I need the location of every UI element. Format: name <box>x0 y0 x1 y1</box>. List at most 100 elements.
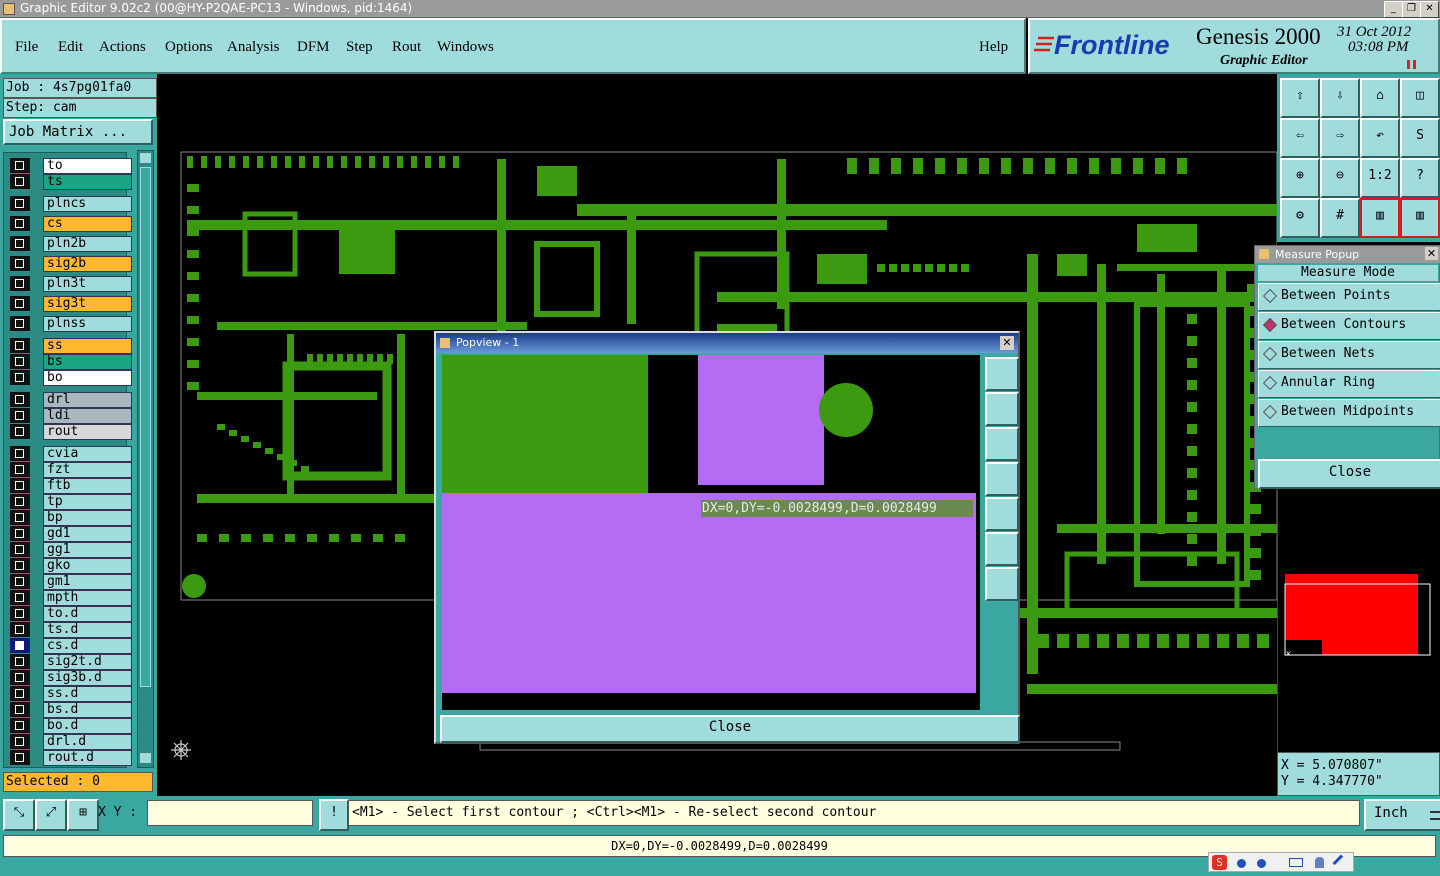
layer-row-23[interactable]: gm1 <box>10 574 132 590</box>
layer-name[interactable]: ldi <box>43 408 132 424</box>
popview-close-button[interactable]: Close <box>440 715 1020 743</box>
layer-checkbox[interactable] <box>10 392 30 407</box>
layer-row-5[interactable]: sig2b <box>10 256 132 272</box>
layer-name[interactable]: cs.d <box>43 638 132 654</box>
layer-row-27[interactable]: cs.d <box>10 638 132 654</box>
menu-windows[interactable]: Windows <box>437 39 494 56</box>
close-icon[interactable]: ✕ <box>1425 247 1438 260</box>
layer-checkbox[interactable] <box>10 338 30 353</box>
mode-between-nets[interactable]: Between Nets <box>1258 341 1440 369</box>
zoom-1to2-icon[interactable]: 1:2 <box>1360 158 1400 198</box>
pv-zoom-out-icon[interactable] <box>985 567 1019 601</box>
popview-canvas[interactable]: DX=0,DY=-0.0028499,D=0.0028499 <box>442 355 980 710</box>
layer-row-20[interactable]: gd1 <box>10 526 132 542</box>
layer-row-33[interactable]: drl.d <box>10 734 132 750</box>
layer-name[interactable]: drl.d <box>43 734 132 750</box>
layer-name[interactable]: bp <box>43 510 132 526</box>
close-icon[interactable]: ✕ <box>1000 336 1014 350</box>
layer-row-13[interactable]: ldi <box>10 408 132 424</box>
window-icon[interactable]: ◫ <box>1400 78 1440 118</box>
layer-row-30[interactable]: ss.d <box>10 686 132 702</box>
layer-row-14[interactable]: rout <box>10 424 132 440</box>
redraw-icon[interactable]: S <box>1400 118 1440 158</box>
pv-pan-left-icon[interactable] <box>985 462 1019 496</box>
pv-pan-right-icon[interactable] <box>985 497 1019 531</box>
layer-checkbox[interactable] <box>10 734 30 749</box>
pv-zoom-in-icon[interactable] <box>985 532 1019 566</box>
layer-name[interactable]: drl <box>43 392 132 408</box>
menu-options[interactable]: Options <box>165 39 213 56</box>
layer-name[interactable]: gko <box>43 558 132 574</box>
close-window-button[interactable]: ✕ <box>1420 1 1439 18</box>
menu-rout[interactable]: Rout <box>392 39 421 56</box>
layer-row-26[interactable]: ts.d <box>10 622 132 638</box>
alert-icon[interactable]: ! <box>319 799 349 831</box>
undo-view-icon[interactable]: ↶ <box>1360 118 1400 158</box>
layer-row-6[interactable]: pln3t <box>10 276 132 292</box>
user-icon[interactable] <box>1315 857 1324 868</box>
mode-between-midpoints[interactable]: Between Midpoints <box>1258 399 1440 427</box>
zoom-in-icon[interactable]: ⊕ <box>1280 158 1320 198</box>
layer-name[interactable]: gm1 <box>43 574 132 590</box>
layer-row-0[interactable]: to <box>10 158 132 174</box>
layer-checkbox[interactable] <box>10 196 30 211</box>
layer-checkbox[interactable] <box>10 686 30 701</box>
layer-row-2[interactable]: plncs <box>10 196 132 212</box>
layer-name[interactable]: mpth <box>43 590 132 606</box>
scroll-up-icon[interactable] <box>140 153 151 163</box>
layer-name[interactable]: pln3t <box>43 276 132 292</box>
ime-logo-icon[interactable]: S <box>1212 855 1227 870</box>
layer-checkbox[interactable] <box>10 296 30 311</box>
layer-row-32[interactable]: bo.d <box>10 718 132 734</box>
layer-row-31[interactable]: bs.d <box>10 702 132 718</box>
pan-down-icon[interactable]: ⇩ <box>1320 78 1360 118</box>
zoom-out-icon[interactable]: ⊖ <box>1320 158 1360 198</box>
layer-row-21[interactable]: gg1 <box>10 542 132 558</box>
layer-name[interactable]: gg1 <box>43 542 132 558</box>
layer-row-15[interactable]: cvia <box>10 446 132 462</box>
layer-name[interactable]: rout.d <box>43 750 132 766</box>
layer-name[interactable]: pln2b <box>43 236 132 252</box>
layer-checkbox[interactable] <box>10 424 30 439</box>
layer-row-18[interactable]: tp <box>10 494 132 510</box>
layer-checkbox[interactable] <box>10 478 30 493</box>
snap-icon[interactable]: ⊞ <box>67 799 99 831</box>
maximize-button[interactable]: ❐ <box>1402 1 1421 18</box>
ime-punct-icon[interactable] <box>1257 859 1266 868</box>
layer-row-25[interactable]: to.d <box>10 606 132 622</box>
layer-checkbox[interactable] <box>10 574 30 589</box>
layer-checkbox[interactable] <box>10 750 30 765</box>
layer-row-11[interactable]: bo <box>10 370 132 386</box>
layer-checkbox[interactable] <box>10 174 30 189</box>
menu-actions[interactable]: Actions <box>99 39 146 56</box>
menu-step[interactable]: Step <box>346 39 373 56</box>
layer-name[interactable]: sig2b <box>43 256 132 272</box>
layer-row-8[interactable]: plnss <box>10 316 132 332</box>
pan-up-icon[interactable]: ⇧ <box>1280 78 1320 118</box>
measure-close-button[interactable]: Close <box>1258 459 1440 489</box>
layer-checkbox[interactable] <box>10 542 30 557</box>
wrench-icon[interactable] <box>1332 854 1350 872</box>
net-highlight-icon[interactable]: ▥ <box>1400 198 1440 238</box>
layer-checkbox[interactable] <box>10 462 30 477</box>
home-icon[interactable]: ⌂ <box>1360 78 1400 118</box>
scroll-thumb[interactable] <box>140 167 151 687</box>
pv-pan-down-icon[interactable] <box>985 427 1019 461</box>
mode-between-contours[interactable]: Between Contours <box>1258 312 1440 340</box>
layer-name[interactable]: to <box>43 158 132 174</box>
layer-checkbox[interactable] <box>10 446 30 461</box>
measure-tool-icon[interactable]: ⤢ <box>35 799 67 831</box>
settings-icon[interactable]: ⚙ <box>1280 198 1320 238</box>
layer-row-9[interactable]: ss <box>10 338 132 354</box>
overview-map[interactable]: × <box>1277 490 1440 752</box>
app-icon[interactable] <box>3 3 15 15</box>
layer-checkbox[interactable] <box>10 526 30 541</box>
layer-checkbox[interactable] <box>10 216 30 231</box>
layer-name[interactable]: ss <box>43 338 132 354</box>
scroll-down-icon[interactable] <box>140 753 151 763</box>
layer-name[interactable]: to.d <box>43 606 132 622</box>
layer-checkbox[interactable] <box>10 316 30 331</box>
layer-name[interactable]: ss.d <box>43 686 132 702</box>
layer-name[interactable]: bo.d <box>43 718 132 734</box>
layer-name[interactable]: sig3t <box>43 296 132 312</box>
